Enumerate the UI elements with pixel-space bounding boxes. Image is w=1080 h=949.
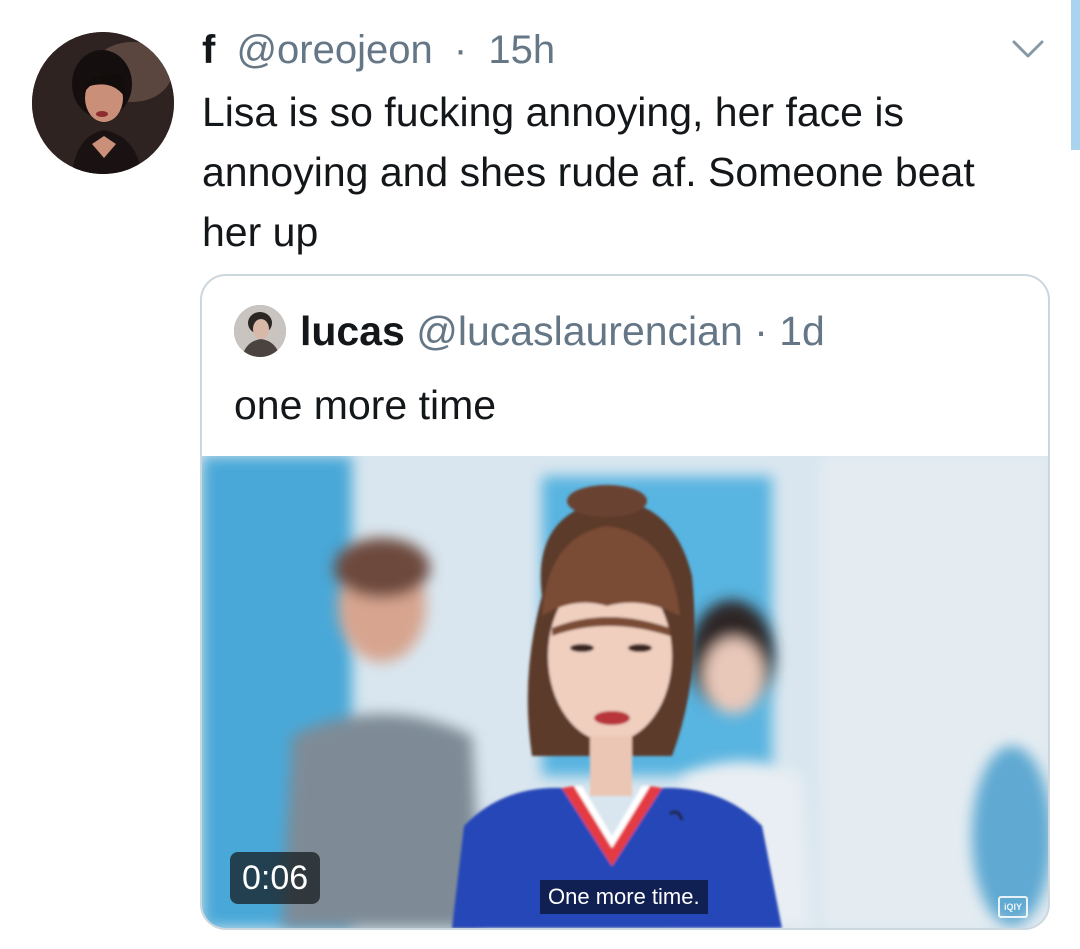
avatar-photo-icon [234, 305, 286, 357]
quoted-author-display-name[interactable]: lucas [300, 304, 405, 358]
scroll-indicator[interactable] [1071, 0, 1080, 150]
author-avatar[interactable] [32, 32, 174, 174]
author-handle[interactable]: @oreojeon [236, 28, 432, 72]
tweet-text: Lisa is so fucking annoying, her face is… [202, 89, 975, 255]
video-subtitle: One more time. [540, 880, 708, 914]
avatar-photo-icon [32, 32, 174, 174]
watermark-logo: iQIY [998, 896, 1028, 918]
header-separator: · [453, 28, 468, 72]
tweet-header: f @oreojeon · 15h [202, 24, 555, 76]
video-duration-badge: 0:06 [230, 852, 321, 904]
video-player[interactable]: 0:06 One more time. iQIY [202, 456, 1048, 928]
video-frame [202, 456, 1048, 928]
quoted-author-handle[interactable]: @lucaslaurencian [416, 304, 743, 358]
quoted-tweet-text: one more time [234, 382, 497, 428]
quoted-tweet-timestamp[interactable]: 1d [779, 304, 825, 358]
quoted-tweet-header: lucas @lucaslaurencian · 1d [234, 304, 825, 358]
author-display-name[interactable]: f [202, 28, 215, 72]
quoted-tweet-card[interactable]: lucas @lucaslaurencian · 1d one more tim… [200, 274, 1050, 930]
tweet-timestamp[interactable]: 15h [488, 28, 555, 72]
chevron-down-icon[interactable] [1010, 34, 1046, 62]
quoted-author-avatar[interactable] [234, 305, 286, 357]
quoted-header-separator: · [754, 308, 768, 354]
